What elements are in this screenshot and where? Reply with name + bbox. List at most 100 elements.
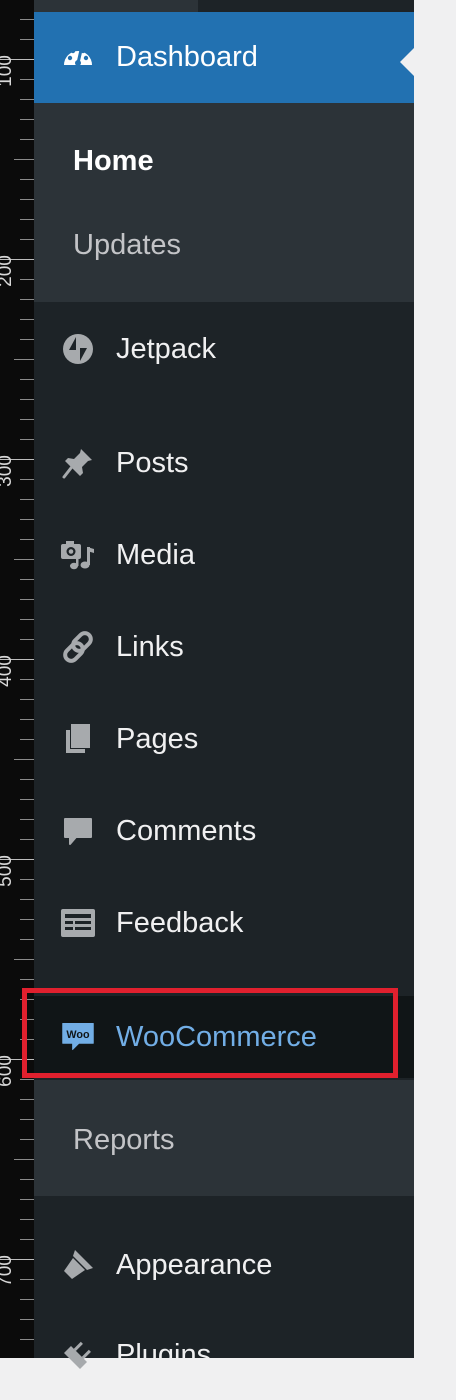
menu-item-comments[interactable]: Comments: [34, 786, 414, 876]
jetpack-icon: [60, 331, 96, 367]
dashboard-gauge-icon: [60, 40, 96, 76]
menu-item-woocommerce[interactable]: Woo WooCommerce: [34, 996, 414, 1078]
ruler-tick: [20, 1279, 34, 1280]
ruler-tick: [20, 239, 34, 240]
ruler-tick: [20, 499, 34, 500]
ruler-tick: [20, 1319, 34, 1320]
ruler-tick: [20, 919, 34, 920]
ruler-tick: [20, 1199, 34, 1200]
ruler-tick: [20, 1019, 34, 1020]
menu-item-dashboard[interactable]: Dashboard: [34, 12, 414, 103]
menu-item-jetpack[interactable]: Jetpack: [34, 306, 414, 392]
menu-item-pages[interactable]: Pages: [34, 694, 414, 784]
menu-item-label: Jetpack: [116, 332, 216, 365]
menu-item-media[interactable]: Media: [34, 510, 414, 600]
ruler-tick: [20, 79, 34, 80]
menu-item-feedback[interactable]: Feedback: [34, 878, 414, 968]
ruler-label: 300: [0, 455, 16, 487]
menu-item-label: Comments: [116, 814, 257, 847]
ruler-tick: [20, 1219, 34, 1220]
ruler-tick: [20, 839, 34, 840]
ruler-tick: [20, 1119, 34, 1120]
ruler-label: 400: [0, 655, 16, 687]
ruler-tick: [20, 279, 34, 280]
ruler-tick: [14, 559, 34, 560]
ruler-tick: [20, 699, 34, 700]
ruler-tick: [20, 1099, 34, 1100]
ruler-tick: [20, 1299, 34, 1300]
submenu-item-updates[interactable]: Updates: [73, 229, 181, 262]
ruler-tick: [20, 599, 34, 600]
menu-item-appearance[interactable]: Appearance: [34, 1220, 414, 1310]
ruler-tick: [20, 339, 34, 340]
ruler-tick: [20, 1339, 34, 1340]
menu-item-label: Posts: [116, 446, 189, 479]
ruler-tick: [20, 719, 34, 720]
admin-sidebar: Dashboard Home Updates Jetpack Posts Med…: [34, 0, 414, 1371]
woo-logo-icon: Woo: [60, 1019, 96, 1055]
paintbrush-icon: [60, 1247, 96, 1283]
menu-item-label: Links: [116, 630, 184, 663]
media-camera-music-icon: [60, 537, 96, 573]
ruler-tick: [20, 1179, 34, 1180]
ruler-tick: [20, 139, 34, 140]
submenu-item-reports[interactable]: Reports: [73, 1124, 175, 1157]
menu-item-label: Appearance: [116, 1248, 273, 1281]
woo-logo-text: Woo: [66, 1029, 90, 1041]
ruler-tick: [20, 399, 34, 400]
ruler-tick: [20, 739, 34, 740]
woocommerce-submenu: Reports: [34, 1080, 414, 1196]
ruler-label: 600: [0, 1055, 16, 1087]
ruler-tick: [20, 99, 34, 100]
ruler-tick: [14, 959, 34, 960]
speech-bubble-icon: [60, 813, 96, 849]
ruler-tick: [20, 439, 34, 440]
ruler-tick: [20, 519, 34, 520]
ruler-tick: [20, 999, 34, 1000]
pages-icon: [60, 721, 96, 757]
ruler-tick: [14, 1159, 34, 1160]
ruler-tick: [20, 1239, 34, 1240]
ruler-tick: [20, 639, 34, 640]
ruler-tick: [14, 759, 34, 760]
menu-item-links[interactable]: Links: [34, 602, 414, 692]
menu-item-label: WooCommerce: [116, 1020, 317, 1053]
pixel-ruler: 100 200 300 400 500 600 700: [0, 0, 34, 1358]
chain-link-icon: [60, 629, 96, 665]
ruler-label: 100: [0, 55, 16, 87]
ruler-tick: [20, 199, 34, 200]
ruler-tick: [20, 979, 34, 980]
ruler-tick: [20, 619, 34, 620]
ruler-tick: [20, 299, 34, 300]
ruler-tick: [20, 179, 34, 180]
menu-item-label: Dashboard: [116, 41, 258, 73]
ruler-tick: [20, 479, 34, 480]
ruler-tick: [20, 799, 34, 800]
plugin-icon: [60, 1337, 96, 1373]
ruler-tick: [20, 1079, 34, 1080]
ruler-tick: [20, 379, 34, 380]
ruler-tick: [20, 219, 34, 220]
submenu-item-home[interactable]: Home: [73, 145, 154, 178]
ruler-tick: [14, 159, 34, 160]
menu-item-plugins[interactable]: Plugins: [34, 1310, 414, 1400]
ruler-tick: [20, 899, 34, 900]
ruler-tick: [20, 539, 34, 540]
ruler-tick: [20, 1139, 34, 1140]
ruler-label: 500: [0, 855, 16, 887]
ruler-tick: [20, 819, 34, 820]
ruler-tick: [20, 319, 34, 320]
ruler-tick: [20, 779, 34, 780]
ruler-tick: [20, 19, 34, 20]
ruler-tick: [20, 419, 34, 420]
menu-item-posts[interactable]: Posts: [34, 418, 414, 508]
pushpin-icon: [60, 445, 96, 481]
content-area-edge: [414, 0, 456, 1358]
ruler-tick: [20, 939, 34, 940]
ruler-tick: [20, 119, 34, 120]
ruler-tick: [20, 39, 34, 40]
ruler-tick: [20, 579, 34, 580]
menu-item-label: Media: [116, 538, 195, 571]
ruler-label: 700: [0, 1255, 16, 1287]
menu-item-label: Plugins: [116, 1338, 212, 1371]
